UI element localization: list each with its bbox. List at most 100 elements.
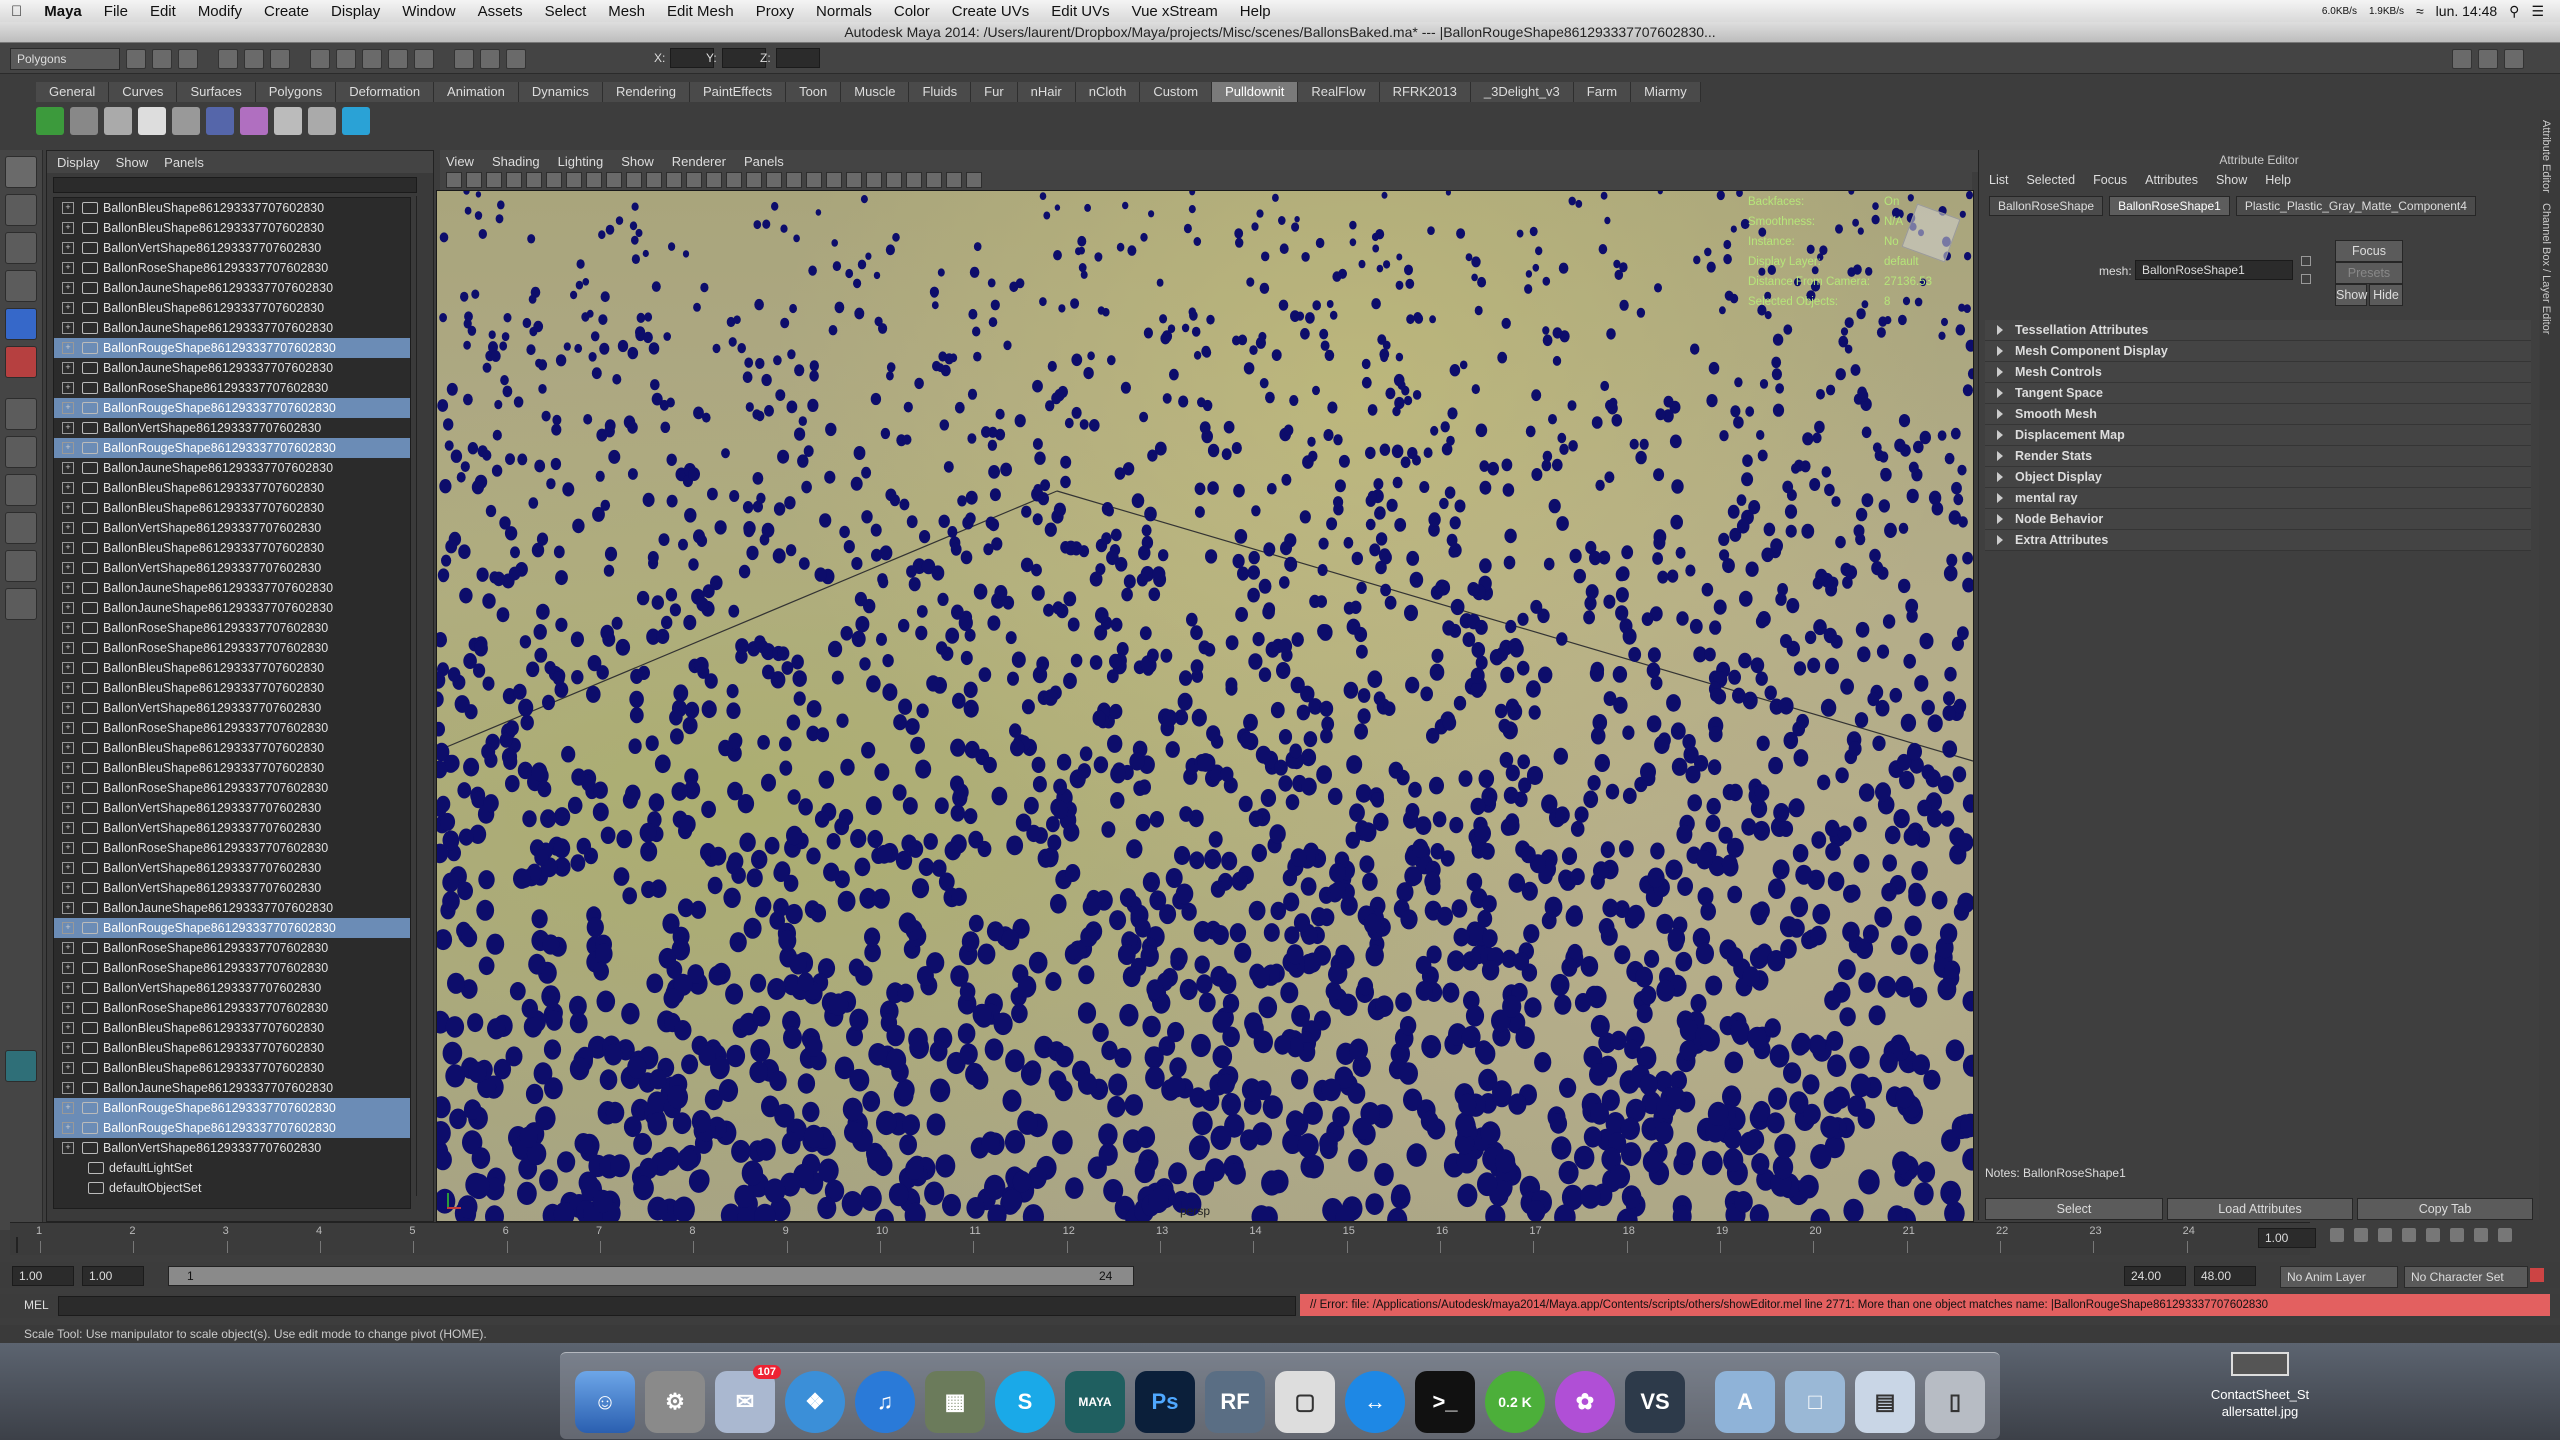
balloon[interactable]: [1220, 766, 1234, 782]
trash-icon[interactable]: ▯: [1925, 1371, 1985, 1433]
balloon[interactable]: [961, 931, 980, 952]
balloon[interactable]: [882, 654, 894, 668]
balloon[interactable]: [942, 1193, 961, 1217]
balloon[interactable]: [815, 209, 822, 216]
balloon[interactable]: [1898, 314, 1907, 326]
balloon[interactable]: [937, 592, 949, 606]
balloon[interactable]: [1317, 564, 1328, 576]
balloon[interactable]: [969, 266, 980, 278]
balloon[interactable]: [737, 794, 755, 814]
balloon[interactable]: [518, 698, 534, 717]
balloon[interactable]: [1329, 863, 1346, 883]
balloon[interactable]: [1077, 1072, 1097, 1095]
balloon[interactable]: [1500, 818, 1516, 836]
expand-icon[interactable]: +: [62, 622, 74, 634]
balloon[interactable]: [1398, 1062, 1418, 1085]
balloon[interactable]: [726, 702, 741, 719]
balloon[interactable]: [1280, 982, 1299, 1004]
balloon[interactable]: [572, 518, 585, 534]
balloon[interactable]: [1508, 873, 1526, 893]
balloon[interactable]: [1384, 595, 1397, 610]
balloon[interactable]: [1524, 284, 1533, 294]
balloon[interactable]: [865, 796, 882, 816]
balloon[interactable]: [1052, 601, 1064, 615]
balloon[interactable]: [895, 850, 913, 871]
balloon[interactable]: [1475, 619, 1488, 635]
balloon[interactable]: [1850, 1073, 1871, 1098]
balloon[interactable]: [1551, 1136, 1572, 1160]
balloon[interactable]: [1225, 635, 1239, 651]
balloon[interactable]: [517, 453, 528, 466]
balloon[interactable]: [499, 516, 511, 530]
balloon[interactable]: [1858, 1169, 1880, 1195]
balloon[interactable]: [1406, 1143, 1427, 1167]
balloon[interactable]: [682, 250, 690, 258]
balloon[interactable]: [864, 927, 881, 947]
balloon[interactable]: [1609, 397, 1618, 408]
outliner-row[interactable]: + BallonRougeShape861293337707602830: [54, 398, 410, 418]
balloon[interactable]: [1373, 478, 1384, 490]
balloon[interactable]: [756, 1138, 776, 1161]
balloon[interactable]: [497, 200, 505, 210]
balloon[interactable]: [1868, 1005, 1886, 1026]
balloon[interactable]: [1657, 570, 1669, 584]
balloon[interactable]: [1855, 621, 1870, 638]
balloon[interactable]: [952, 692, 966, 709]
balloon[interactable]: [1039, 192, 1047, 200]
character-set-dropdown[interactable]: No Character Set: [2404, 1266, 2528, 1288]
balloon[interactable]: [1716, 191, 1725, 201]
balloon[interactable]: [967, 388, 978, 400]
balloon[interactable]: [1162, 393, 1172, 404]
balloon[interactable]: [1574, 1145, 1595, 1170]
select-button[interactable]: Select: [1985, 1198, 2163, 1220]
menu-assets[interactable]: Assets: [467, 3, 534, 20]
outliner-row[interactable]: + BallonVertShape861293337707602830: [54, 978, 410, 998]
balloon[interactable]: [908, 1027, 928, 1051]
balloon[interactable]: [1134, 918, 1151, 938]
balloon[interactable]: [1951, 481, 1962, 495]
balloon[interactable]: [1557, 432, 1567, 444]
balloon[interactable]: [947, 526, 958, 538]
balloon[interactable]: [823, 862, 840, 882]
balloon[interactable]: [1532, 263, 1540, 272]
balloon[interactable]: [1139, 411, 1149, 423]
balloon[interactable]: [1704, 647, 1716, 662]
outliner-row[interactable]: + BallonVertShape861293337707602830: [54, 418, 410, 438]
balloon[interactable]: [495, 214, 504, 224]
balloon[interactable]: [1876, 644, 1890, 659]
balloon[interactable]: [1210, 1125, 1232, 1150]
balloon[interactable]: [1260, 789, 1277, 807]
balloon[interactable]: [1069, 940, 1087, 961]
balloon[interactable]: [840, 758, 855, 776]
outliner-row[interactable]: + BallonVertShape861293337707602830: [54, 698, 410, 718]
balloon[interactable]: [897, 983, 914, 1003]
balloon[interactable]: [1058, 304, 1066, 313]
balloon[interactable]: [1305, 312, 1315, 324]
balloon[interactable]: [1462, 632, 1476, 648]
balloon[interactable]: [726, 684, 739, 699]
expand-icon[interactable]: +: [62, 202, 74, 214]
balloon[interactable]: [1838, 335, 1849, 348]
balloon[interactable]: [1363, 913, 1382, 935]
expand-icon[interactable]: +: [62, 642, 74, 654]
balloon[interactable]: [505, 1046, 523, 1067]
balloon[interactable]: [1615, 605, 1629, 621]
expand-icon[interactable]: +: [62, 1102, 74, 1114]
balloon[interactable]: [1378, 548, 1391, 563]
balloon[interactable]: [1733, 416, 1744, 429]
balloon[interactable]: [1884, 825, 1901, 845]
balloon[interactable]: [1359, 855, 1375, 873]
balloon[interactable]: [1330, 881, 1346, 900]
balloon[interactable]: [845, 268, 854, 279]
balloon[interactable]: [1701, 1150, 1723, 1176]
balloon[interactable]: [899, 1134, 917, 1156]
balloon[interactable]: [574, 1133, 593, 1154]
balloon[interactable]: [1110, 792, 1125, 809]
balloon[interactable]: [1375, 995, 1394, 1017]
balloon[interactable]: [752, 1005, 771, 1027]
expand-icon[interactable]: +: [62, 362, 74, 374]
balloon[interactable]: [874, 763, 890, 781]
balloon[interactable]: [707, 876, 723, 895]
balloon[interactable]: [710, 846, 727, 866]
balloon[interactable]: [1109, 653, 1122, 669]
